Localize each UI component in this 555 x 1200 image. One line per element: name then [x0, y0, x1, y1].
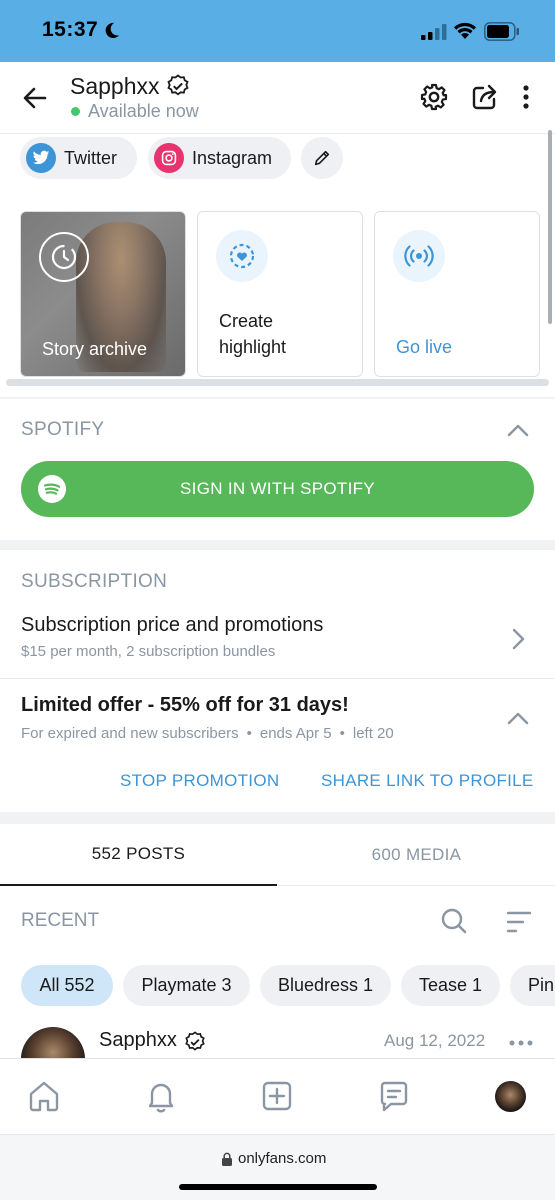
share-link-button[interactable]: SHARE LINK TO PROFILE [321, 771, 534, 791]
twitter-label: Twitter [64, 147, 118, 168]
post-author[interactable]: Sapphxx [99, 1029, 177, 1052]
availability-status: Available now [88, 101, 199, 121]
story-archive-label: Story archive [42, 339, 148, 359]
filter-chip[interactable]: Tease 1 [401, 965, 500, 1006]
story-archive-card[interactable]: Story archive [20, 211, 186, 377]
tab-posts[interactable]: 552 POSTS [0, 824, 277, 886]
instagram-chip[interactable]: Instagram [148, 137, 291, 179]
verified-icon [185, 1031, 205, 1051]
bottom-navigation [0, 1058, 555, 1134]
recent-section-title: RECENT [21, 910, 100, 931]
promotion-title: Limited offer - 55% off for 31 days! [21, 694, 349, 716]
horizontal-scrollbar[interactable] [6, 379, 549, 386]
profile-avatar-nav[interactable] [495, 1081, 526, 1112]
edit-social-button[interactable] [301, 137, 343, 179]
wifi-icon [454, 22, 476, 39]
battery-icon [484, 22, 519, 41]
pencil-icon [314, 150, 330, 166]
section-divider [0, 812, 555, 824]
row-divider [0, 678, 555, 679]
verified-icon [167, 74, 189, 96]
bell-icon[interactable] [144, 1079, 178, 1113]
chevron-right-icon[interactable] [512, 628, 526, 650]
go-live-label: Go live [396, 337, 453, 357]
subscription-item-title[interactable]: Subscription price and promotions [21, 614, 323, 637]
live-broadcast-icon [393, 230, 445, 282]
sort-icon[interactable] [505, 909, 533, 935]
promotion-end-date: ends Apr 5 [259, 725, 332, 742]
promotion-audience: For expired and new subscribers [21, 725, 239, 742]
filter-chip[interactable]: Bluedress 1 [260, 965, 391, 1006]
create-highlight-line1: Create [219, 311, 274, 331]
chevron-up-icon[interactable] [507, 423, 529, 437]
gear-icon[interactable] [419, 82, 449, 112]
post-date: Aug 12, 2022 [384, 1031, 486, 1050]
section-divider [0, 397, 555, 399]
filter-chip-all[interactable]: All 552 [21, 965, 113, 1006]
clock-icon [39, 232, 89, 282]
social-links: Twitter Instagram [20, 137, 555, 181]
status-bar: 15:37 [0, 0, 555, 62]
create-highlight-line2: highlight [219, 337, 287, 357]
filter-chip[interactable]: Pin [510, 965, 555, 1006]
add-icon[interactable] [260, 1079, 294, 1113]
promotion-meta: For expired and new subscribers • ends Apr… [21, 725, 394, 742]
share-icon[interactable] [470, 82, 500, 112]
more-horizontal-icon[interactable] [509, 1039, 533, 1047]
status-time: 15:37 [42, 18, 99, 41]
url-text: onlyfans.com [238, 1150, 327, 1167]
search-icon[interactable] [440, 907, 468, 935]
spotify-signin-button[interactable]: SIGN IN WITH SPOTIFY [21, 461, 534, 517]
subscription-section-title: SUBSCRIPTION [21, 571, 168, 592]
profile-header: Sapphxx Available now [0, 62, 555, 134]
profile-name: Sapphxx [70, 73, 160, 99]
spotify-section-title: SPOTIFY [21, 419, 105, 440]
spotify-signin-label: SIGN IN WITH SPOTIFY [180, 479, 375, 498]
go-live-card[interactable]: Go live [374, 211, 540, 377]
online-status-dot [71, 107, 80, 116]
signal-icon [421, 24, 447, 40]
home-indicator[interactable] [179, 1184, 377, 1190]
home-icon[interactable] [27, 1079, 61, 1113]
twitter-chip[interactable]: Twitter [20, 137, 137, 179]
filter-chips: All 552 Playmate 3 Bluedress 1 Tease 1 P… [0, 965, 555, 1007]
subscription-item-meta: $15 per month, 2 subscription bundles [21, 643, 276, 660]
filter-chip[interactable]: Playmate 3 [123, 965, 250, 1006]
more-vertical-icon[interactable] [511, 82, 541, 112]
back-arrow-icon[interactable] [20, 83, 50, 113]
heart-circle-icon [216, 230, 268, 282]
stop-promotion-button[interactable]: STOP PROMOTION [120, 771, 279, 791]
create-highlight-card[interactable]: Create highlight [197, 211, 363, 377]
browser-url-bar[interactable]: onlyfans.com [0, 1134, 555, 1200]
promotion-remaining: left 20 [352, 725, 394, 742]
instagram-icon [154, 143, 184, 173]
spotify-icon [38, 475, 66, 503]
moon-icon [105, 22, 120, 39]
chevron-up-icon[interactable] [507, 711, 529, 725]
twitter-icon [26, 143, 56, 173]
section-divider [0, 540, 555, 550]
tab-media[interactable]: 600 MEDIA [278, 824, 555, 886]
lock-icon [222, 1152, 232, 1166]
chat-icon[interactable] [377, 1079, 411, 1113]
create-highlight-label: Create highlight [219, 308, 286, 360]
instagram-label: Instagram [192, 147, 273, 168]
